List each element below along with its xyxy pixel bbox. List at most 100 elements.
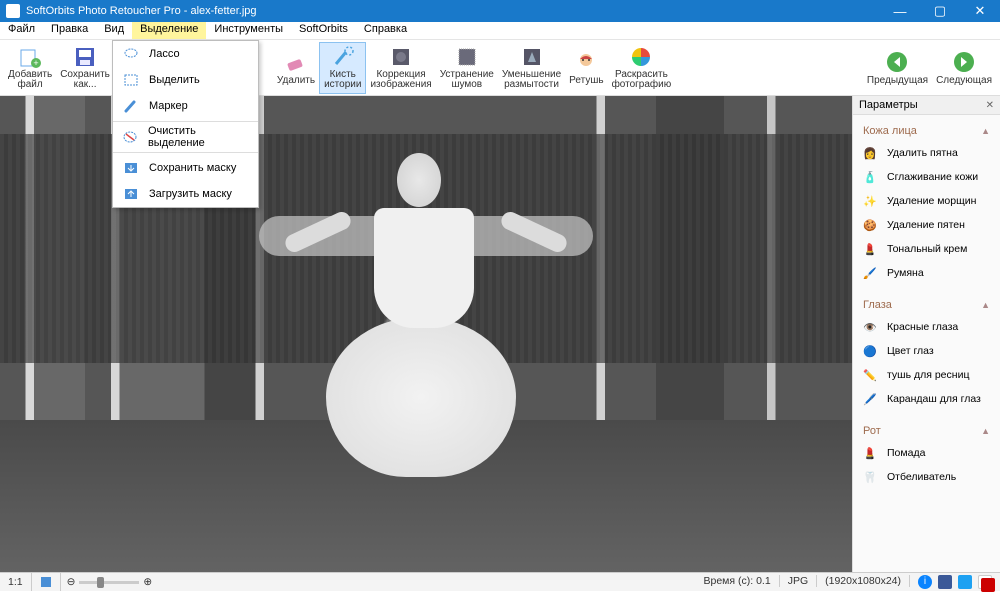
prev-icon bbox=[885, 50, 909, 74]
correction-icon bbox=[389, 45, 413, 69]
status-dimensions: (1920x1080x24) bbox=[817, 575, 910, 587]
close-button[interactable]: ✕ bbox=[960, 0, 1000, 22]
colorize-icon bbox=[629, 45, 653, 69]
menu-edit[interactable]: Правка bbox=[43, 22, 96, 39]
brush-icon bbox=[331, 45, 355, 69]
add-file-icon: + bbox=[18, 45, 42, 69]
noise-removal-button[interactable]: Устранение шумов bbox=[436, 43, 498, 93]
collapse-icon: ▲ bbox=[981, 126, 990, 136]
collapse-icon: ▲ bbox=[981, 426, 990, 436]
retouch-button[interactable]: Ретушь bbox=[565, 48, 607, 88]
select-icon bbox=[121, 72, 141, 88]
next-icon bbox=[952, 50, 976, 74]
zoom-ratio[interactable]: 1:1 bbox=[0, 573, 32, 591]
dd-separator bbox=[113, 152, 258, 153]
item-eye-color[interactable]: 🔵Цвет глаз bbox=[859, 339, 994, 363]
lipstick-icon: 💄 bbox=[861, 445, 879, 461]
blush-icon: 🖌️ bbox=[861, 265, 879, 281]
youtube-icon[interactable] bbox=[978, 575, 992, 589]
save-mask-icon bbox=[121, 160, 141, 176]
mascara-icon: ✏️ bbox=[861, 367, 879, 383]
collapse-icon: ▲ bbox=[981, 300, 990, 310]
status-time: Время (с): 0.1 bbox=[696, 575, 780, 587]
maximize-button[interactable]: ▢ bbox=[920, 0, 960, 22]
minimize-button[interactable]: — bbox=[880, 0, 920, 22]
group-eyes[interactable]: Глаза▲ bbox=[859, 293, 994, 315]
dd-lasso[interactable]: Лассо bbox=[113, 41, 258, 67]
eyeliner-icon: 🖊️ bbox=[861, 391, 879, 407]
item-lipstick[interactable]: 💄Помада bbox=[859, 441, 994, 465]
selection-dropdown: Лассо Выделить Маркер Очистить выделение… bbox=[112, 40, 259, 208]
window-controls: — ▢ ✕ bbox=[880, 0, 1000, 22]
menubar: Файл Правка Вид Выделение Инструменты So… bbox=[0, 22, 1000, 40]
item-wrinkle[interactable]: ✨Удаление морщин bbox=[859, 189, 994, 213]
item-skin-smooth[interactable]: 🧴Сглаживание кожи bbox=[859, 165, 994, 189]
tooth-icon: 🦷 bbox=[861, 469, 879, 485]
group-mouth[interactable]: Рот▲ bbox=[859, 419, 994, 441]
item-whitener[interactable]: 🦷Отбеливатель bbox=[859, 465, 994, 489]
red-eye-icon: 👁️ bbox=[861, 319, 879, 335]
dd-select[interactable]: Выделить bbox=[113, 67, 258, 93]
noise-icon bbox=[455, 45, 479, 69]
group-face[interactable]: Кожа лица▲ bbox=[859, 119, 994, 141]
social-links: i bbox=[910, 575, 1000, 589]
titlebar: SoftOrbits Photo Retoucher Pro - alex-fe… bbox=[0, 0, 1000, 22]
zoom-out-icon[interactable]: ⊖ bbox=[67, 576, 76, 588]
lasso-icon bbox=[121, 46, 141, 62]
twitter-icon[interactable] bbox=[958, 575, 972, 589]
colorize-button[interactable]: Раскрасить фотографию bbox=[608, 43, 676, 93]
info-icon[interactable]: i bbox=[918, 575, 932, 589]
stain-icon: 🍪 bbox=[861, 217, 879, 233]
face-icon: 👩 bbox=[861, 145, 879, 161]
menu-view[interactable]: Вид bbox=[96, 22, 132, 39]
load-mask-icon bbox=[121, 186, 141, 202]
item-stain[interactable]: 🍪Удаление пятен bbox=[859, 213, 994, 237]
prev-button[interactable]: Предыдущая bbox=[863, 48, 932, 88]
panel-close-icon[interactable]: ✕ bbox=[986, 100, 994, 111]
zoom-in-icon[interactable]: ⊕ bbox=[143, 576, 152, 588]
save-as-button[interactable]: Сохранить как... bbox=[56, 43, 114, 93]
panel-title: Параметры ✕ bbox=[853, 96, 1000, 115]
item-blush[interactable]: 🖌️Румяна bbox=[859, 261, 994, 285]
sharpen-button[interactable]: Уменьшение размытости bbox=[498, 43, 565, 93]
menu-help[interactable]: Справка bbox=[356, 22, 415, 39]
app-icon bbox=[6, 4, 20, 18]
foundation-icon: 💄 bbox=[861, 241, 879, 257]
wand-icon: ✨ bbox=[861, 193, 879, 209]
smooth-icon: 🧴 bbox=[861, 169, 879, 185]
item-remove-spots[interactable]: 👩Удалить пятна bbox=[859, 141, 994, 165]
statusbar: 1:1 ⊖ ⊕ Время (с): 0.1 JPG (1920x1080x24… bbox=[0, 572, 1000, 591]
save-icon bbox=[73, 45, 97, 69]
zoom-slider[interactable]: ⊖ ⊕ bbox=[61, 576, 159, 588]
dd-marker[interactable]: Маркер bbox=[113, 93, 258, 119]
item-foundation[interactable]: 💄Тональный крем bbox=[859, 237, 994, 261]
facebook-icon[interactable] bbox=[938, 575, 952, 589]
eraser-icon bbox=[284, 50, 308, 74]
item-red-eye[interactable]: 👁️Красные глаза bbox=[859, 315, 994, 339]
parameters-panel: Параметры ✕ Кожа лица▲ 👩Удалить пятна 🧴С… bbox=[852, 96, 1000, 572]
image-correction-button[interactable]: Коррекция изображения bbox=[366, 43, 435, 93]
delete-button[interactable]: Удалить bbox=[273, 48, 319, 88]
dd-save-mask[interactable]: Сохранить маску bbox=[113, 155, 258, 181]
clear-selection-icon bbox=[121, 129, 140, 145]
window-title: SoftOrbits Photo Retoucher Pro - alex-fe… bbox=[26, 5, 257, 17]
item-eyeliner[interactable]: 🖊️Карандаш для глаз bbox=[859, 387, 994, 411]
status-format: JPG bbox=[780, 575, 817, 587]
menu-selection[interactable]: Выделение bbox=[132, 22, 206, 39]
dd-clear[interactable]: Очистить выделение bbox=[113, 124, 258, 150]
menu-softorbits[interactable]: SoftOrbits bbox=[291, 22, 356, 39]
history-brush-button[interactable]: Кисть истории bbox=[319, 42, 366, 94]
add-file-button[interactable]: + Добавить файл bbox=[4, 43, 56, 93]
marker-icon bbox=[121, 98, 141, 114]
dd-load-mask[interactable]: Загрузить маску bbox=[113, 181, 258, 207]
dd-separator bbox=[113, 121, 258, 122]
menu-file[interactable]: Файл bbox=[0, 22, 43, 39]
menu-tools[interactable]: Инструменты bbox=[206, 22, 291, 39]
sharpen-icon bbox=[520, 45, 544, 69]
next-button[interactable]: Следующая bbox=[932, 48, 996, 88]
svg-text:+: + bbox=[33, 58, 38, 68]
retouch-icon bbox=[574, 50, 598, 74]
item-mascara[interactable]: ✏️тушь для ресниц bbox=[859, 363, 994, 387]
eye-color-icon: 🔵 bbox=[861, 343, 879, 359]
fit-button[interactable] bbox=[32, 573, 61, 591]
